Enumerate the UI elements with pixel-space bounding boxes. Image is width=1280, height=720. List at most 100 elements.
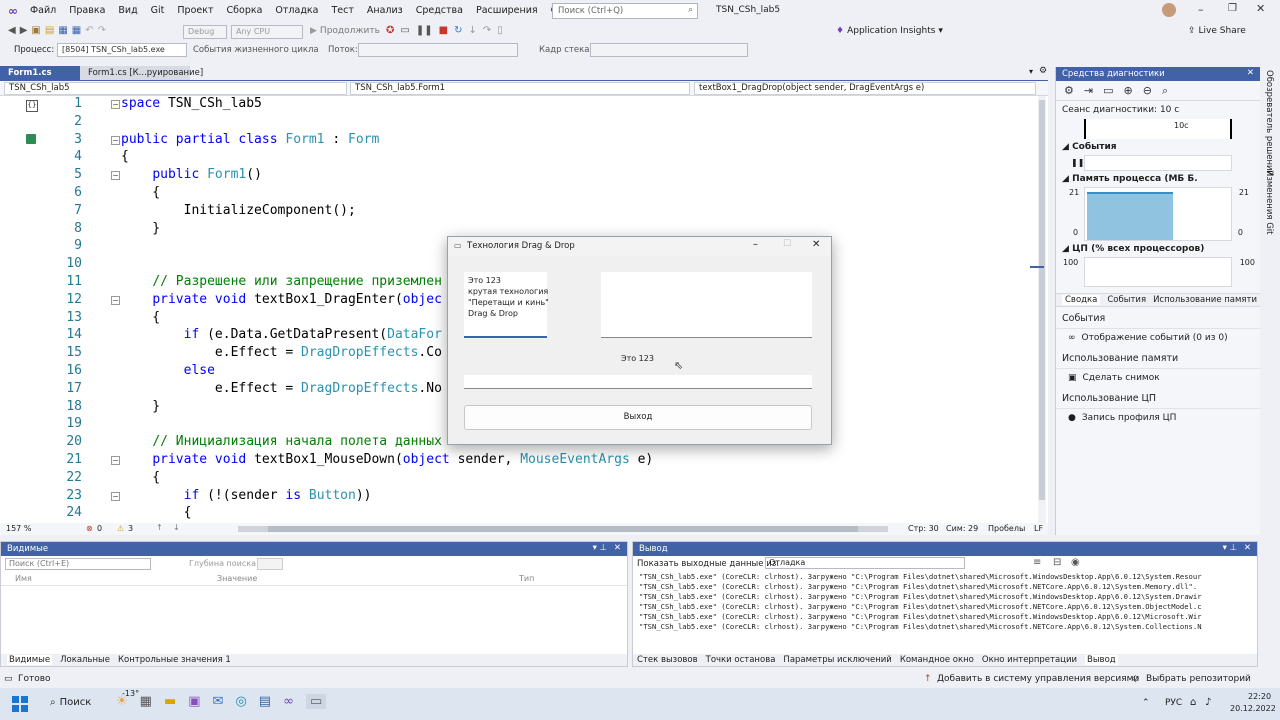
restore-button[interactable]: ❐ [1228,3,1237,14]
nav-member-select[interactable]: textBox1_DragDrop(object sender, DragEve… [694,82,1036,95]
code-line[interactable]: 1 − space TSN_CSh_lab5 [0,96,1040,114]
export-icon[interactable]: ⇥ [1084,84,1093,97]
code-line[interactable]: 21 − private void textBox1_MouseDown(obje… [0,452,1040,470]
code-line[interactable]: 23 − if (!(sender is Button)) [0,488,1040,506]
new-project-icon[interactable]: ▣ [31,25,40,36]
vs-logo-icon[interactable]: ∞ [8,4,22,18]
nav-up-icon[interactable]: ↑ [156,523,163,532]
fold-toggle-icon[interactable]: − [111,100,120,109]
diag-section-item[interactable]: ∞ Отображение событий (0 из 0) [1056,329,1260,347]
redo-icon[interactable]: ↷ [98,25,106,36]
diag-tab[interactable]: Использование памяти [1153,295,1257,305]
fold-toggle-icon[interactable]: − [111,295,120,305]
save-icon[interactable]: ▦ [58,25,67,36]
column-header[interactable]: Значение [217,574,257,583]
nav-project-select[interactable]: TSN_CSh_lab5 [4,82,347,95]
code-line[interactable]: 22 { [0,470,1040,488]
menu-item[interactable]: Анализ [367,5,403,16]
diag-section-item[interactable]: ● Запись профиля ЦП [1056,409,1260,427]
select-tools-icon[interactable]: ▭ [1103,84,1113,97]
menu-item[interactable]: Средства [416,5,463,16]
fold-toggle-icon[interactable]: − [111,135,120,145]
config-select[interactable]: Debug [183,25,227,39]
clock-date[interactable]: 20.12.2022 [1230,704,1276,713]
horizontal-scrollbar[interactable] [238,526,888,532]
solution-explorer-tab[interactable]: Обозреватель решений [1264,70,1274,176]
form-minimize-button[interactable]: – [753,239,758,250]
output-tab[interactable]: Вывод [1085,655,1118,665]
source-textbox[interactable]: Это 123 крутая технология "Перетащи и кинь… [464,272,549,338]
menu-item[interactable]: Вид [118,5,137,16]
app-icon[interactable]: ▤ [259,694,271,709]
code-line[interactable]: 7 InitializeComponent(); [0,203,1040,221]
reset-zoom-icon[interactable]: ⌕ [1162,84,1168,98]
form-close-button[interactable]: ✕ [812,239,820,250]
error-icon[interactable]: ⊗ [86,524,93,533]
stop-icon[interactable]: ■ [439,25,448,36]
collapse-icon[interactable]: ◢ [1062,244,1069,254]
filter-icon[interactable]: ◉ [1071,557,1080,568]
zoom-in-icon[interactable]: ⊕ [1124,84,1133,97]
tab-form1-cs[interactable]: Form1.cs [0,66,80,80]
code-line[interactable]: 6 { [0,185,1040,203]
continue-button[interactable]: ▶ Продолжить [310,26,380,36]
code-line[interactable]: 4{ [0,149,1040,167]
thread-select[interactable] [358,43,518,57]
layout-icon[interactable]: ▭ [400,25,409,36]
settings-gear-icon[interactable]: ⚙ [1039,66,1047,76]
clear-output-icon[interactable]: ≡ [1033,557,1041,568]
exit-button[interactable]: Выход [464,405,812,430]
search-input[interactable]: Поиск (Ctrl+Q) ⌕ [552,3,698,19]
app-insights-button[interactable]: ♦ Application Insights ▾ [836,26,943,36]
app-icon[interactable]: ▣ [188,694,200,709]
column-header[interactable]: Имя [15,574,32,583]
menu-item[interactable]: Файл [30,5,56,16]
menu-item[interactable]: Правка [69,5,105,16]
text-input[interactable] [464,375,812,389]
search-depth-select[interactable] [257,558,283,570]
word-wrap-icon[interactable]: ⊟ [1053,557,1061,568]
menu-item[interactable]: Сборка [227,5,263,16]
volume-icon[interactable]: ♪ [1205,697,1211,708]
zoom-level[interactable]: 157 % [6,524,31,533]
forward-icon[interactable]: ▶ [20,25,28,36]
diag-tab[interactable]: Сводка [1062,295,1101,305]
bookmark-icon[interactable]: ▯ [497,25,503,36]
step-over-icon[interactable]: ↷ [483,25,491,36]
events-track[interactable]: ❚❚ [1071,155,1232,171]
panel-close-icon[interactable]: ✕ [614,543,621,553]
undo-icon[interactable]: ↶ [85,25,93,36]
running-app-icon[interactable]: ▭ [305,694,327,709]
nav-down-icon[interactable]: ↓ [173,523,180,532]
autos-tab[interactable]: Контрольные значения 1 [118,655,231,665]
menu-item[interactable]: Расширения [476,5,538,16]
avatar[interactable] [1162,3,1176,17]
restart-icon[interactable]: ↻ [454,25,462,36]
column-header[interactable]: Тип [519,574,534,583]
fold-toggle-icon[interactable]: − [111,456,120,465]
vertical-scrollbar[interactable] [1030,96,1046,523]
code-line[interactable]: 5 − public Form1() [0,167,1040,185]
diag-tab[interactable]: События [1107,295,1146,305]
pin-icon[interactable]: ▾ ⊥ [1223,543,1237,553]
live-share-button[interactable]: ⇪ Live Share [1188,26,1246,36]
edge-icon[interactable]: ◎ [235,694,246,709]
code-line[interactable]: 3 − public partial class Form1 : Form [0,132,1040,150]
code-line[interactable]: 2 [0,114,1040,132]
menu-item[interactable]: Отладка [275,5,318,16]
visual-studio-icon[interactable]: ∞ [283,694,294,709]
autos-search-input[interactable]: Поиск (Ctrl+E) [5,558,151,570]
memory-graph[interactable]: 21 0 21 0 [1069,187,1249,241]
minimize-button[interactable]: – [1198,3,1204,16]
code-line[interactable]: 24 { [0,505,1040,523]
language-indicator[interactable]: РУС [1165,698,1182,708]
output-text[interactable]: "TSN_CSh_lab5.exe" (CoreCLR: clrhost). З… [633,571,1257,633]
collapse-icon[interactable]: ◢ [1062,142,1069,152]
output-tab[interactable]: Командное окно [900,655,974,665]
menu-item[interactable]: Git [151,5,165,16]
mail-icon[interactable]: ✉ [213,694,224,709]
output-tab[interactable]: Окно интерпретации [982,655,1077,665]
open-icon[interactable]: ▤ [45,25,54,36]
select-repo-button[interactable]: Выбрать репозиторий [1146,674,1251,684]
pause-icon[interactable]: ❚❚ [416,25,433,36]
